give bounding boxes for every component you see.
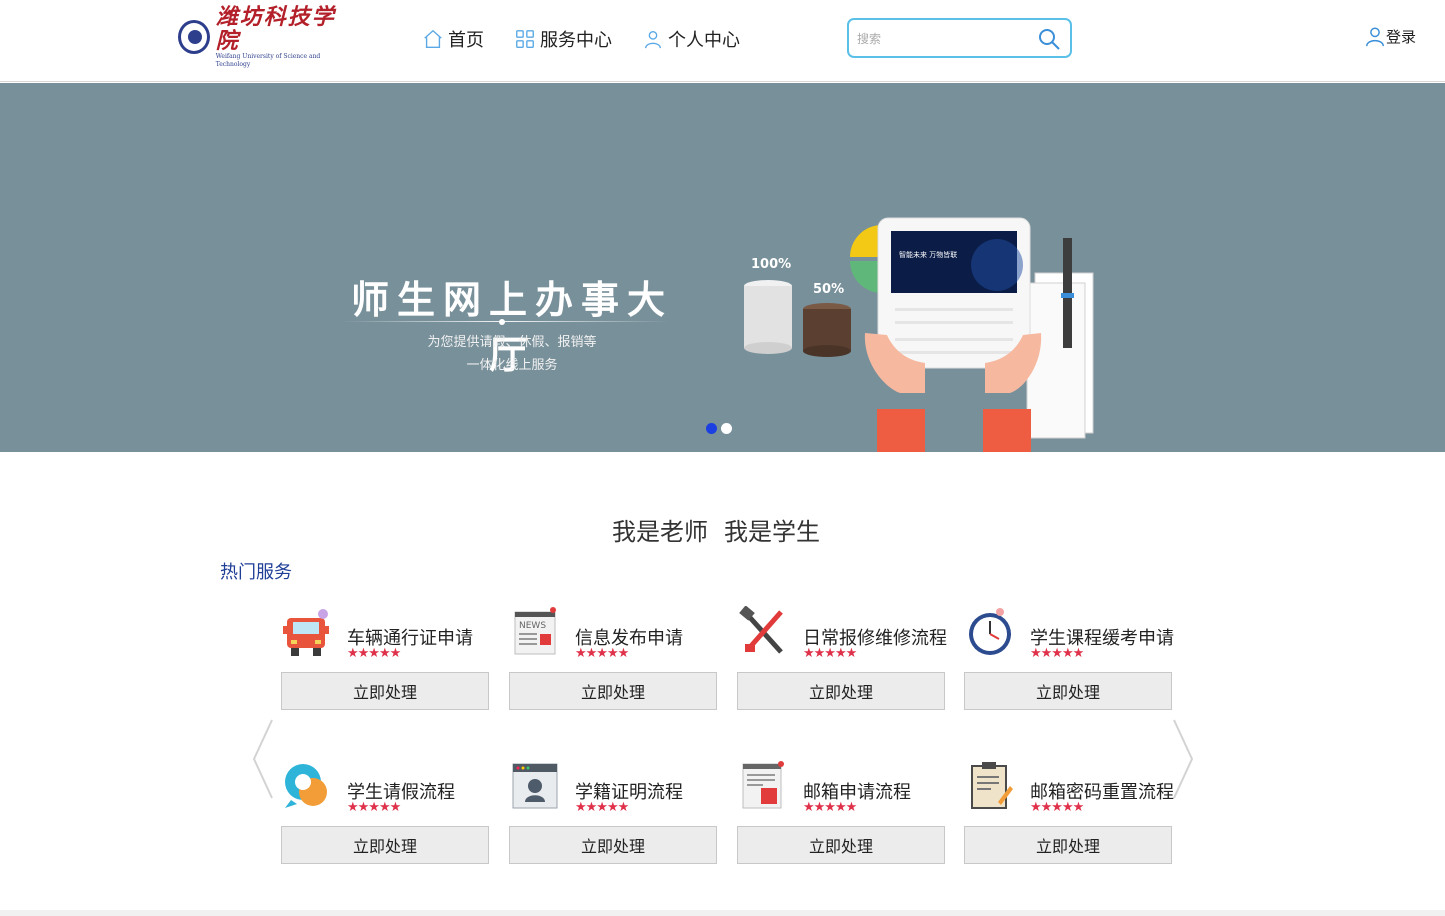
process-now-button[interactable]: 立即处理 — [509, 826, 717, 864]
search-input[interactable] — [857, 29, 1027, 49]
logo-chinese-name: 潍坊科技学院 — [215, 4, 336, 54]
banner-subtitle: 为您提供请假、休假、报销等 一体化线上服务 — [332, 331, 692, 377]
truck-icon — [283, 609, 329, 656]
tab-teacher[interactable]: 我是老师 — [612, 512, 708, 547]
process-now-button[interactable]: 立即处理 — [509, 672, 717, 710]
university-logo[interactable]: 潍坊科技学院 Weifang University of Science and… — [178, 5, 348, 68]
role-tabs: 我是老师 我是学生 — [612, 512, 820, 547]
nav-item-service-center[interactable]: 服务中心 — [514, 24, 612, 54]
rating-stars: ★★★★★ — [575, 646, 629, 661]
login-label: 登录 — [1386, 27, 1417, 46]
process-now-button[interactable]: 立即处理 — [964, 826, 1172, 864]
rating-stars: ★★★★★ — [803, 646, 857, 661]
rating-stars: ★★★★★ — [575, 800, 629, 815]
repair-tools-icon — [739, 606, 783, 654]
hot-services-heading: 热门服务 — [220, 562, 292, 583]
rating-stars: ★★★★★ — [347, 646, 401, 661]
rating-stars: ★★★★★ — [1030, 800, 1084, 815]
nav-label-home: 首页 — [448, 30, 484, 51]
nav-item-personal-center[interactable]: 个人中心 — [642, 24, 740, 54]
login-user-icon — [1366, 27, 1384, 47]
process-now-button[interactable]: 立即处理 — [281, 826, 489, 864]
clock-icon — [969, 608, 1011, 655]
service-card: 学籍证明流程 ★★★★★ 立即处理 — [509, 760, 717, 870]
process-now-button[interactable]: 立即处理 — [737, 826, 945, 864]
news-icon: NEWS — [514, 607, 556, 655]
footer-strip — [0, 910, 1445, 916]
chart-label-100: 100% — [751, 257, 791, 272]
rating-stars: ★★★★★ — [803, 800, 857, 815]
tablet-illustration: 100% 50% 智能未来 万物皆联 — [744, 217, 1094, 452]
login-button[interactable]: 登录 — [1364, 24, 1416, 48]
service-card: 日常报修维修流程 ★★★★★ 立即处理 — [737, 606, 947, 716]
search-icon[interactable] — [1036, 26, 1062, 52]
grid-icon — [516, 30, 534, 48]
tablet-caption: 智能未来 万物皆联 — [899, 250, 957, 259]
service-card: 邮箱密码重置流程 ★★★★★ 立即处理 — [964, 760, 1174, 870]
top-header: 潍坊科技学院 Weifang University of Science and… — [0, 0, 1445, 82]
process-now-button[interactable]: 立即处理 — [737, 672, 945, 710]
main-nav: 首页 服务中心 个人中心 — [422, 24, 740, 54]
banner-subtitle-line1: 为您提供请假、休假、报销等 — [427, 335, 597, 350]
process-now-button[interactable]: 立即处理 — [964, 672, 1172, 710]
rating-stars: ★★★★★ — [1030, 646, 1084, 661]
service-card: 邮箱申请流程 ★★★★★ 立即处理 — [737, 760, 945, 870]
chat-bubble-icon — [285, 764, 327, 808]
service-card: 车辆通行证申请 ★★★★★ 立即处理 — [281, 606, 489, 716]
process-now-button[interactable]: 立即处理 — [281, 672, 489, 710]
nav-label-personal-center: 个人中心 — [668, 30, 740, 51]
service-card: 学生课程缓考申请 ★★★★★ 立即处理 — [964, 606, 1174, 716]
user-icon — [644, 30, 662, 49]
svg-text:NEWS: NEWS — [519, 621, 546, 631]
banner-divider-dot — [499, 319, 505, 325]
search-box — [847, 18, 1072, 58]
tab-student[interactable]: 我是学生 — [724, 512, 820, 547]
id-card-icon — [512, 763, 558, 809]
logo-english-name: Weifang University of Science and Techno… — [215, 53, 321, 68]
service-card: NEWS 信息发布申请 ★★★★★ 立即处理 — [509, 606, 717, 716]
hero-banner[interactable]: 师生网上办事大厅 为您提供请假、休假、报销等 一体化线上服务 100% 50% … — [0, 83, 1445, 452]
nav-label-service-center: 服务中心 — [540, 30, 612, 51]
banner-subtitle-line2: 一体化线上服务 — [466, 358, 558, 373]
document-icon — [742, 761, 784, 809]
carousel-dot-1[interactable] — [706, 423, 717, 434]
chart-label-50: 50% — [813, 282, 844, 297]
home-icon — [424, 29, 442, 48]
clipboard-icon — [971, 762, 1013, 809]
banner-divider — [340, 321, 670, 322]
carousel-dot-2[interactable] — [721, 423, 732, 434]
carousel-indicators — [706, 423, 732, 434]
nav-item-home[interactable]: 首页 — [422, 24, 484, 54]
prev-arrow-icon[interactable] — [250, 718, 276, 800]
university-seal-icon — [178, 20, 210, 54]
service-card: 学生请假流程 ★★★★★ 立即处理 — [281, 760, 489, 870]
rating-stars: ★★★★★ — [347, 800, 401, 815]
